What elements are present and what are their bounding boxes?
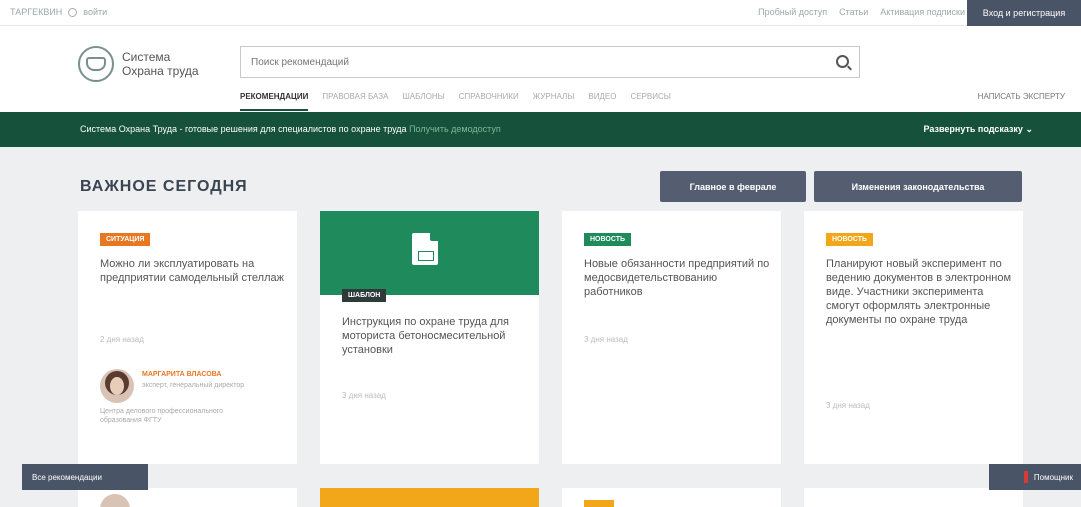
helper-label: Помощник xyxy=(1033,472,1073,482)
all-recommendations-button[interactable]: Все рекомендации xyxy=(22,464,148,490)
card-badge: Ситуация xyxy=(100,233,151,246)
banner-demo-link[interactable]: Получить демодоступ xyxy=(409,124,501,134)
nav-item-recommendations[interactable]: Рекомендации xyxy=(240,92,309,111)
card-time: 3 дня назад xyxy=(342,391,386,400)
card-title[interactable]: Планируют новый эксперимент по ведению д… xyxy=(826,257,1016,327)
card-time: 3 дня назад xyxy=(826,401,870,410)
site-header: Система Охрана труда Рекомендации Правов… xyxy=(0,26,1081,112)
card-badge xyxy=(584,500,614,507)
card-template[interactable]: Шаблон Инструкция по охране труда для мо… xyxy=(320,211,539,464)
card-peek xyxy=(320,488,539,507)
topbar-link-trial[interactable]: Пробный доступ xyxy=(758,7,827,17)
top-utility-bar: ТАРГЕКВИН войти Пробный доступ Статьи Ак… xyxy=(0,0,1081,26)
card-time: 3 дня назад xyxy=(584,335,628,344)
topbar-links: Пробный доступ Статьи Активация подписки xyxy=(758,7,965,17)
card-badge: Новость xyxy=(584,233,632,246)
nav-item-journals[interactable]: Журналы xyxy=(533,92,575,111)
logo-line-2: Охрана труда xyxy=(122,64,199,78)
card-header-image xyxy=(320,211,539,295)
card-news[interactable]: Новость Новые обязанности предприятий по… xyxy=(562,211,781,464)
topbar-left: ТАРГЕКВИН войти xyxy=(10,7,107,17)
nav-item-services[interactable]: Сервисы xyxy=(630,92,670,111)
card-news-2[interactable]: Новость Планируют новый эксперимент по в… xyxy=(804,211,1023,464)
logo-line-1: Система xyxy=(122,50,171,64)
main-in-february-button[interactable]: Главное в феврале xyxy=(660,171,806,202)
banner-expand-button[interactable]: Развернуть подсказку ⌄ xyxy=(924,124,1033,135)
topbar-link-activation[interactable]: Активация подписки xyxy=(880,7,965,17)
author-role: эксперт, генеральный директор xyxy=(142,382,245,389)
card-title[interactable]: Инструкция по охране труда для моториста… xyxy=(342,315,532,357)
avatar xyxy=(100,369,134,403)
law-changes-button[interactable]: Изменения законодательства xyxy=(814,171,1022,202)
author-org: Центра делового профессионального образо… xyxy=(100,408,224,424)
card-peek xyxy=(562,488,781,507)
login-link[interactable]: войти xyxy=(83,7,107,17)
banner-expand-label: Развернуть подсказку xyxy=(923,124,1023,134)
helper-marker-icon xyxy=(1023,471,1028,483)
card-peek xyxy=(804,488,1023,507)
logo[interactable]: Система Охрана труда xyxy=(78,46,199,82)
logo-icon xyxy=(78,46,114,82)
helper-button[interactable]: Помощник xyxy=(989,464,1081,490)
search-input[interactable] xyxy=(241,47,821,77)
card-title[interactable]: Новые обязанности предприятий по медосви… xyxy=(584,257,774,299)
card-title[interactable]: Можно ли эксплуатировать на предприятии … xyxy=(100,257,290,285)
main-nav: Рекомендации Правовая база Шаблоны Справ… xyxy=(240,92,671,111)
search-icon[interactable] xyxy=(836,55,849,68)
logo-text: Система Охрана труда xyxy=(122,50,199,78)
card-badge: Новость xyxy=(826,233,874,246)
card-peek xyxy=(78,488,297,507)
nav-item-handbooks[interactable]: Справочники xyxy=(459,92,519,111)
card-badge: Шаблон xyxy=(342,289,387,302)
topbar-link-articles[interactable]: Статьи xyxy=(839,7,868,17)
banner-text-wrap: Система Охрана Труда - готовые решения д… xyxy=(80,124,501,134)
user-icon[interactable] xyxy=(68,7,78,17)
document-icon xyxy=(412,233,438,265)
nav-item-video[interactable]: Видео xyxy=(588,92,616,111)
topbar-brand: ТАРГЕКВИН xyxy=(10,7,63,17)
register-button[interactable]: Вход и регистрация xyxy=(967,0,1081,26)
search-box xyxy=(240,46,860,78)
banner-text: Система Охрана Труда - готовые решения д… xyxy=(80,124,407,134)
card-time: 2 дня назад xyxy=(100,335,144,344)
avatar xyxy=(100,494,130,507)
card-situation[interactable]: Ситуация Можно ли эксплуатировать на пре… xyxy=(78,211,297,464)
nav-item-legal-base[interactable]: Правовая база xyxy=(322,92,388,111)
write-expert-link[interactable]: Написать эксперту xyxy=(978,92,1065,101)
info-banner: Система Охрана Труда - готовые решения д… xyxy=(0,112,1081,147)
section-title: ВАЖНОЕ СЕГОДНЯ xyxy=(80,178,248,195)
author-name[interactable]: Маргарита Власова xyxy=(142,371,221,378)
nav-item-templates[interactable]: Шаблоны xyxy=(402,92,444,111)
chevron-down-icon: ⌄ xyxy=(1025,124,1033,134)
